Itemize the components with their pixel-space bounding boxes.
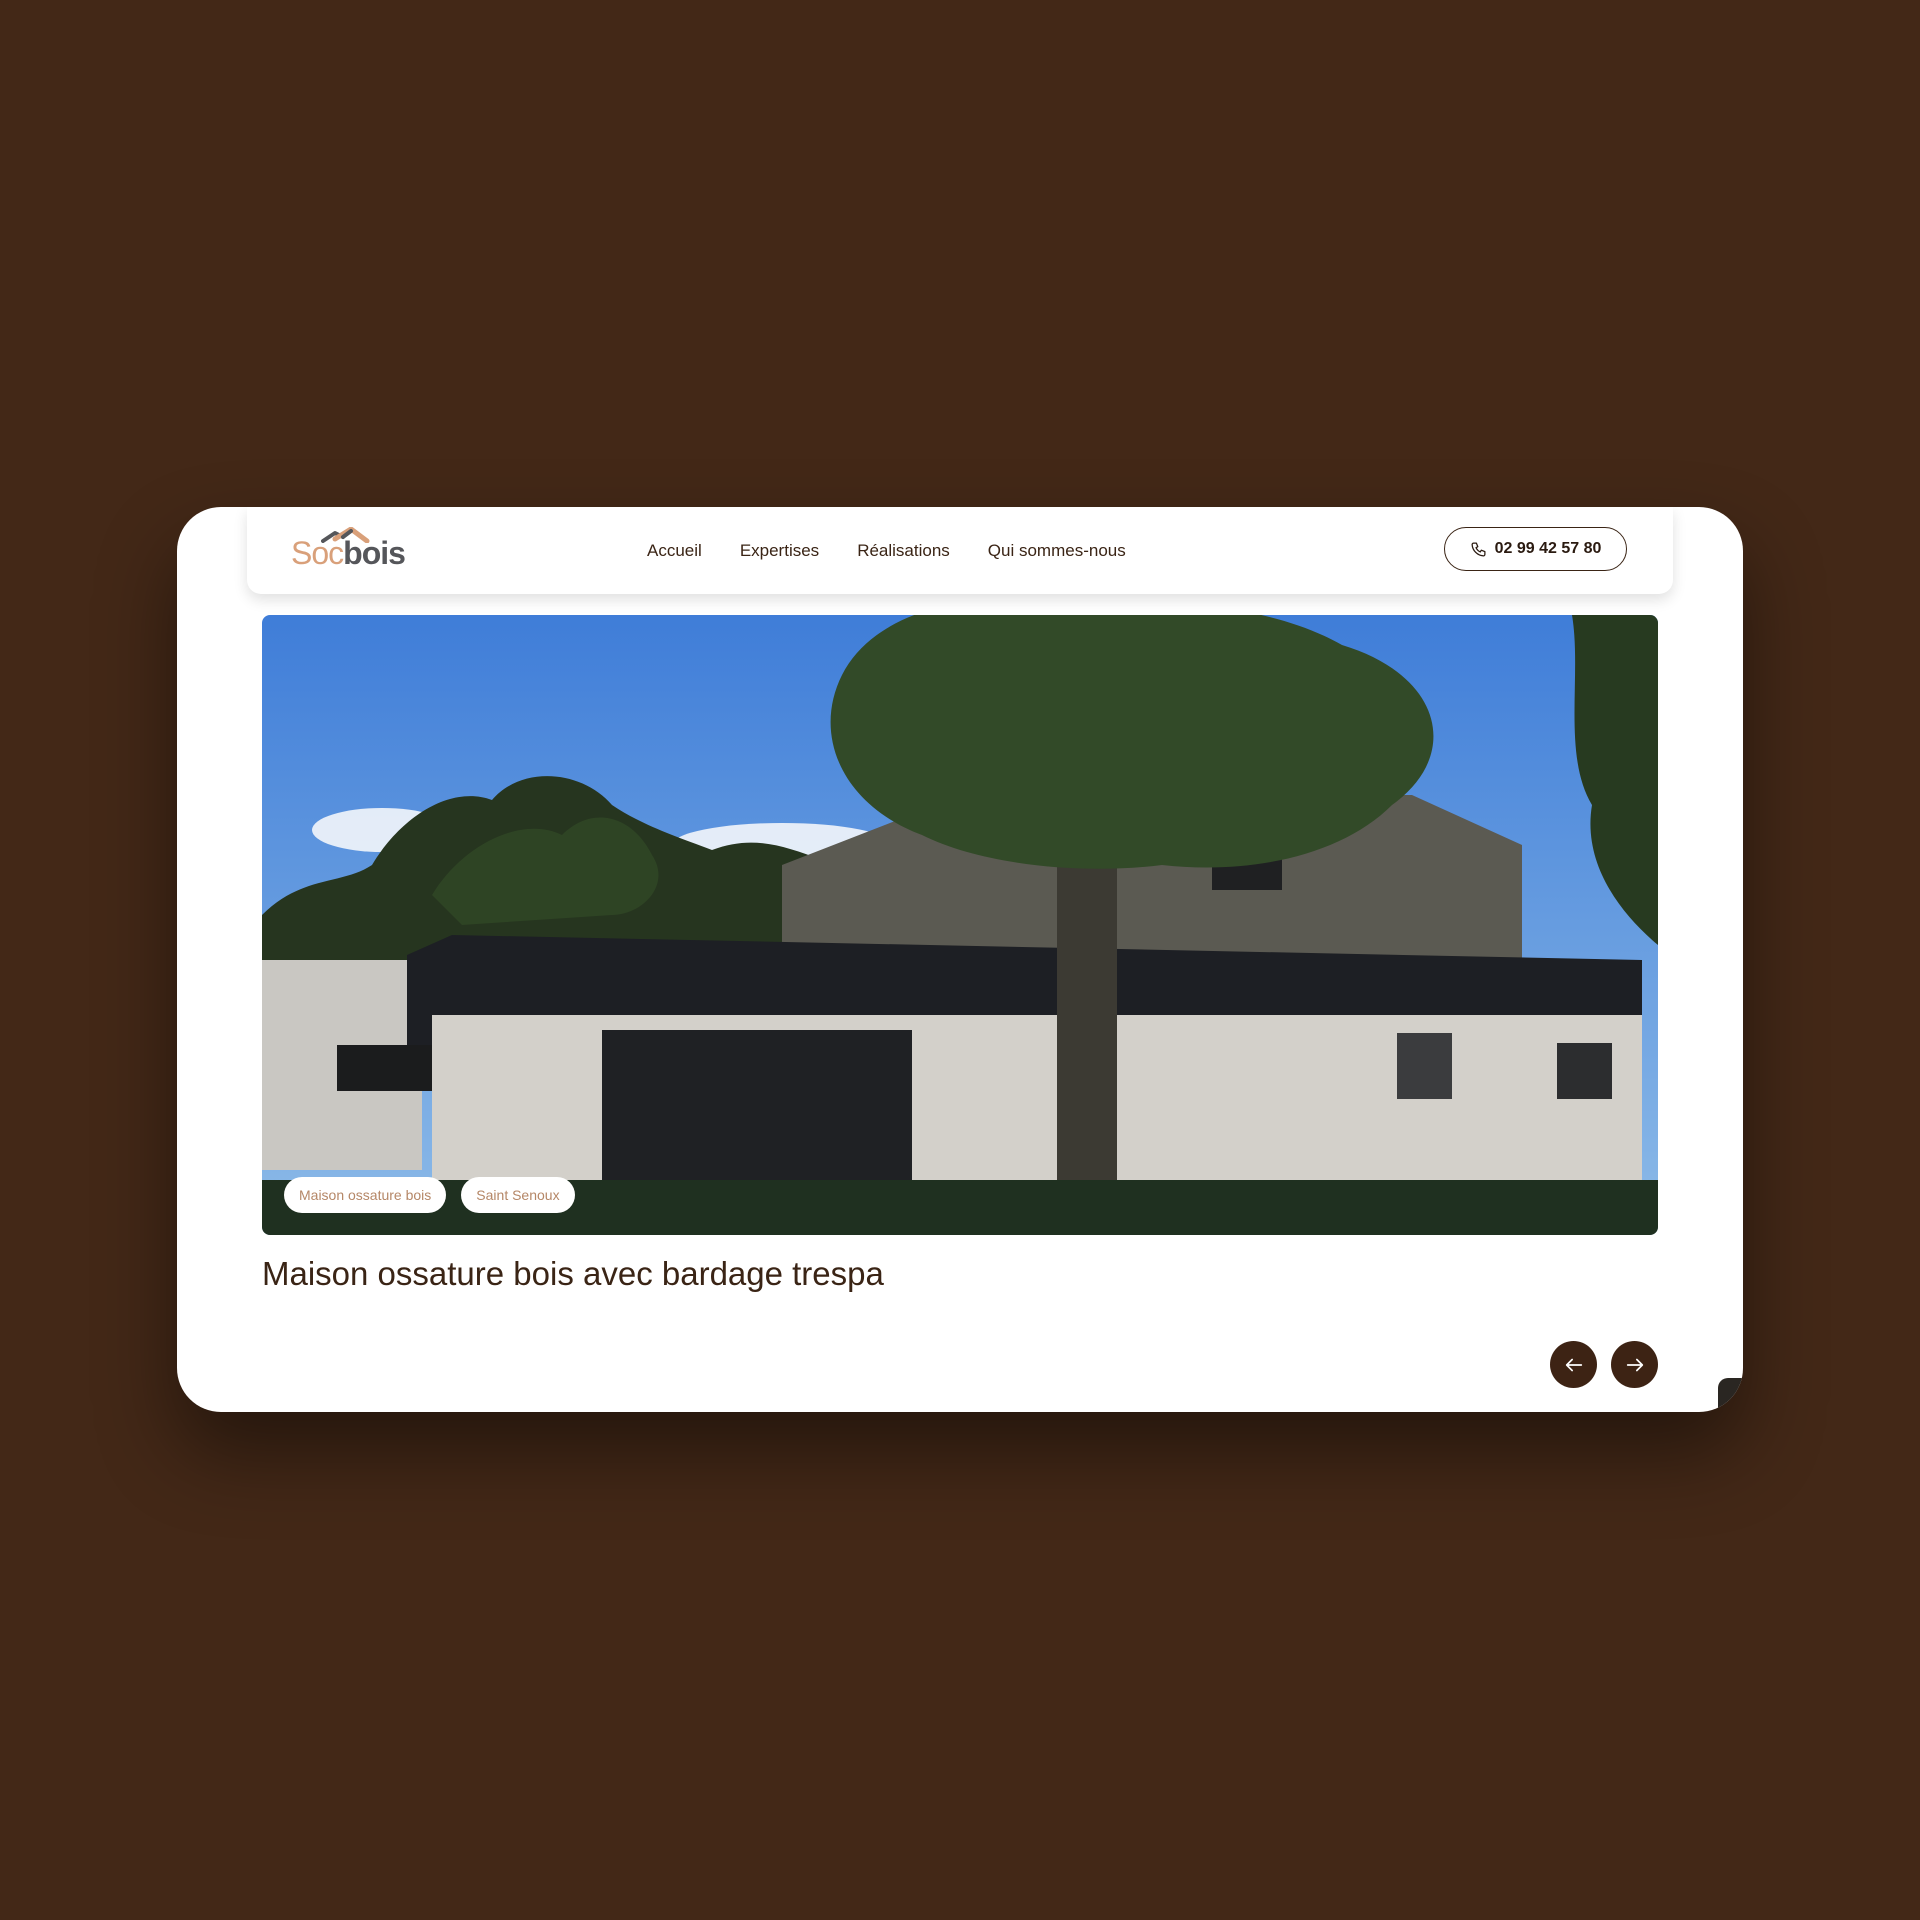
nav-link-qui-sommes-nous[interactable]: Qui sommes-nous [988, 541, 1126, 561]
tag-location[interactable]: Saint Senoux [461, 1177, 575, 1213]
previous-button[interactable] [1550, 1341, 1597, 1388]
project-tags: Maison ossature bois Saint Senoux [284, 1177, 575, 1213]
next-button[interactable] [1611, 1341, 1658, 1388]
house-photo-image [262, 615, 1658, 1235]
phone-icon [1471, 541, 1486, 557]
logo-bois: bois [343, 535, 406, 571]
tag-category[interactable]: Maison ossature bois [284, 1177, 447, 1213]
arrow-left-icon [1565, 1358, 1582, 1371]
nav-link-accueil[interactable]: Accueil [647, 541, 702, 561]
floating-widget-button[interactable] [1718, 1378, 1743, 1412]
main-nav: Accueil Expertises Réalisations Qui somm… [647, 507, 1126, 594]
project-title: Maison ossature bois avec bardage trespa [262, 1255, 884, 1292]
logo-wordmark: Socbois [291, 535, 406, 571]
site-logo[interactable]: Socbois [291, 527, 406, 575]
project-photo: Maison ossature bois Saint Senoux [262, 615, 1658, 1235]
project-card: Socbois Accueil Expertises Réalisations … [177, 507, 1743, 1412]
nav-link-expertises[interactable]: Expertises [740, 541, 819, 561]
phone-button[interactable]: 02 99 42 57 80 [1444, 527, 1627, 571]
navbar: Socbois Accueil Expertises Réalisations … [247, 507, 1673, 594]
logo-soc: Soc [291, 535, 344, 571]
phone-number: 02 99 42 57 80 [1494, 540, 1602, 557]
nav-link-realisations[interactable]: Réalisations [857, 541, 950, 561]
arrow-right-icon [1626, 1358, 1643, 1371]
